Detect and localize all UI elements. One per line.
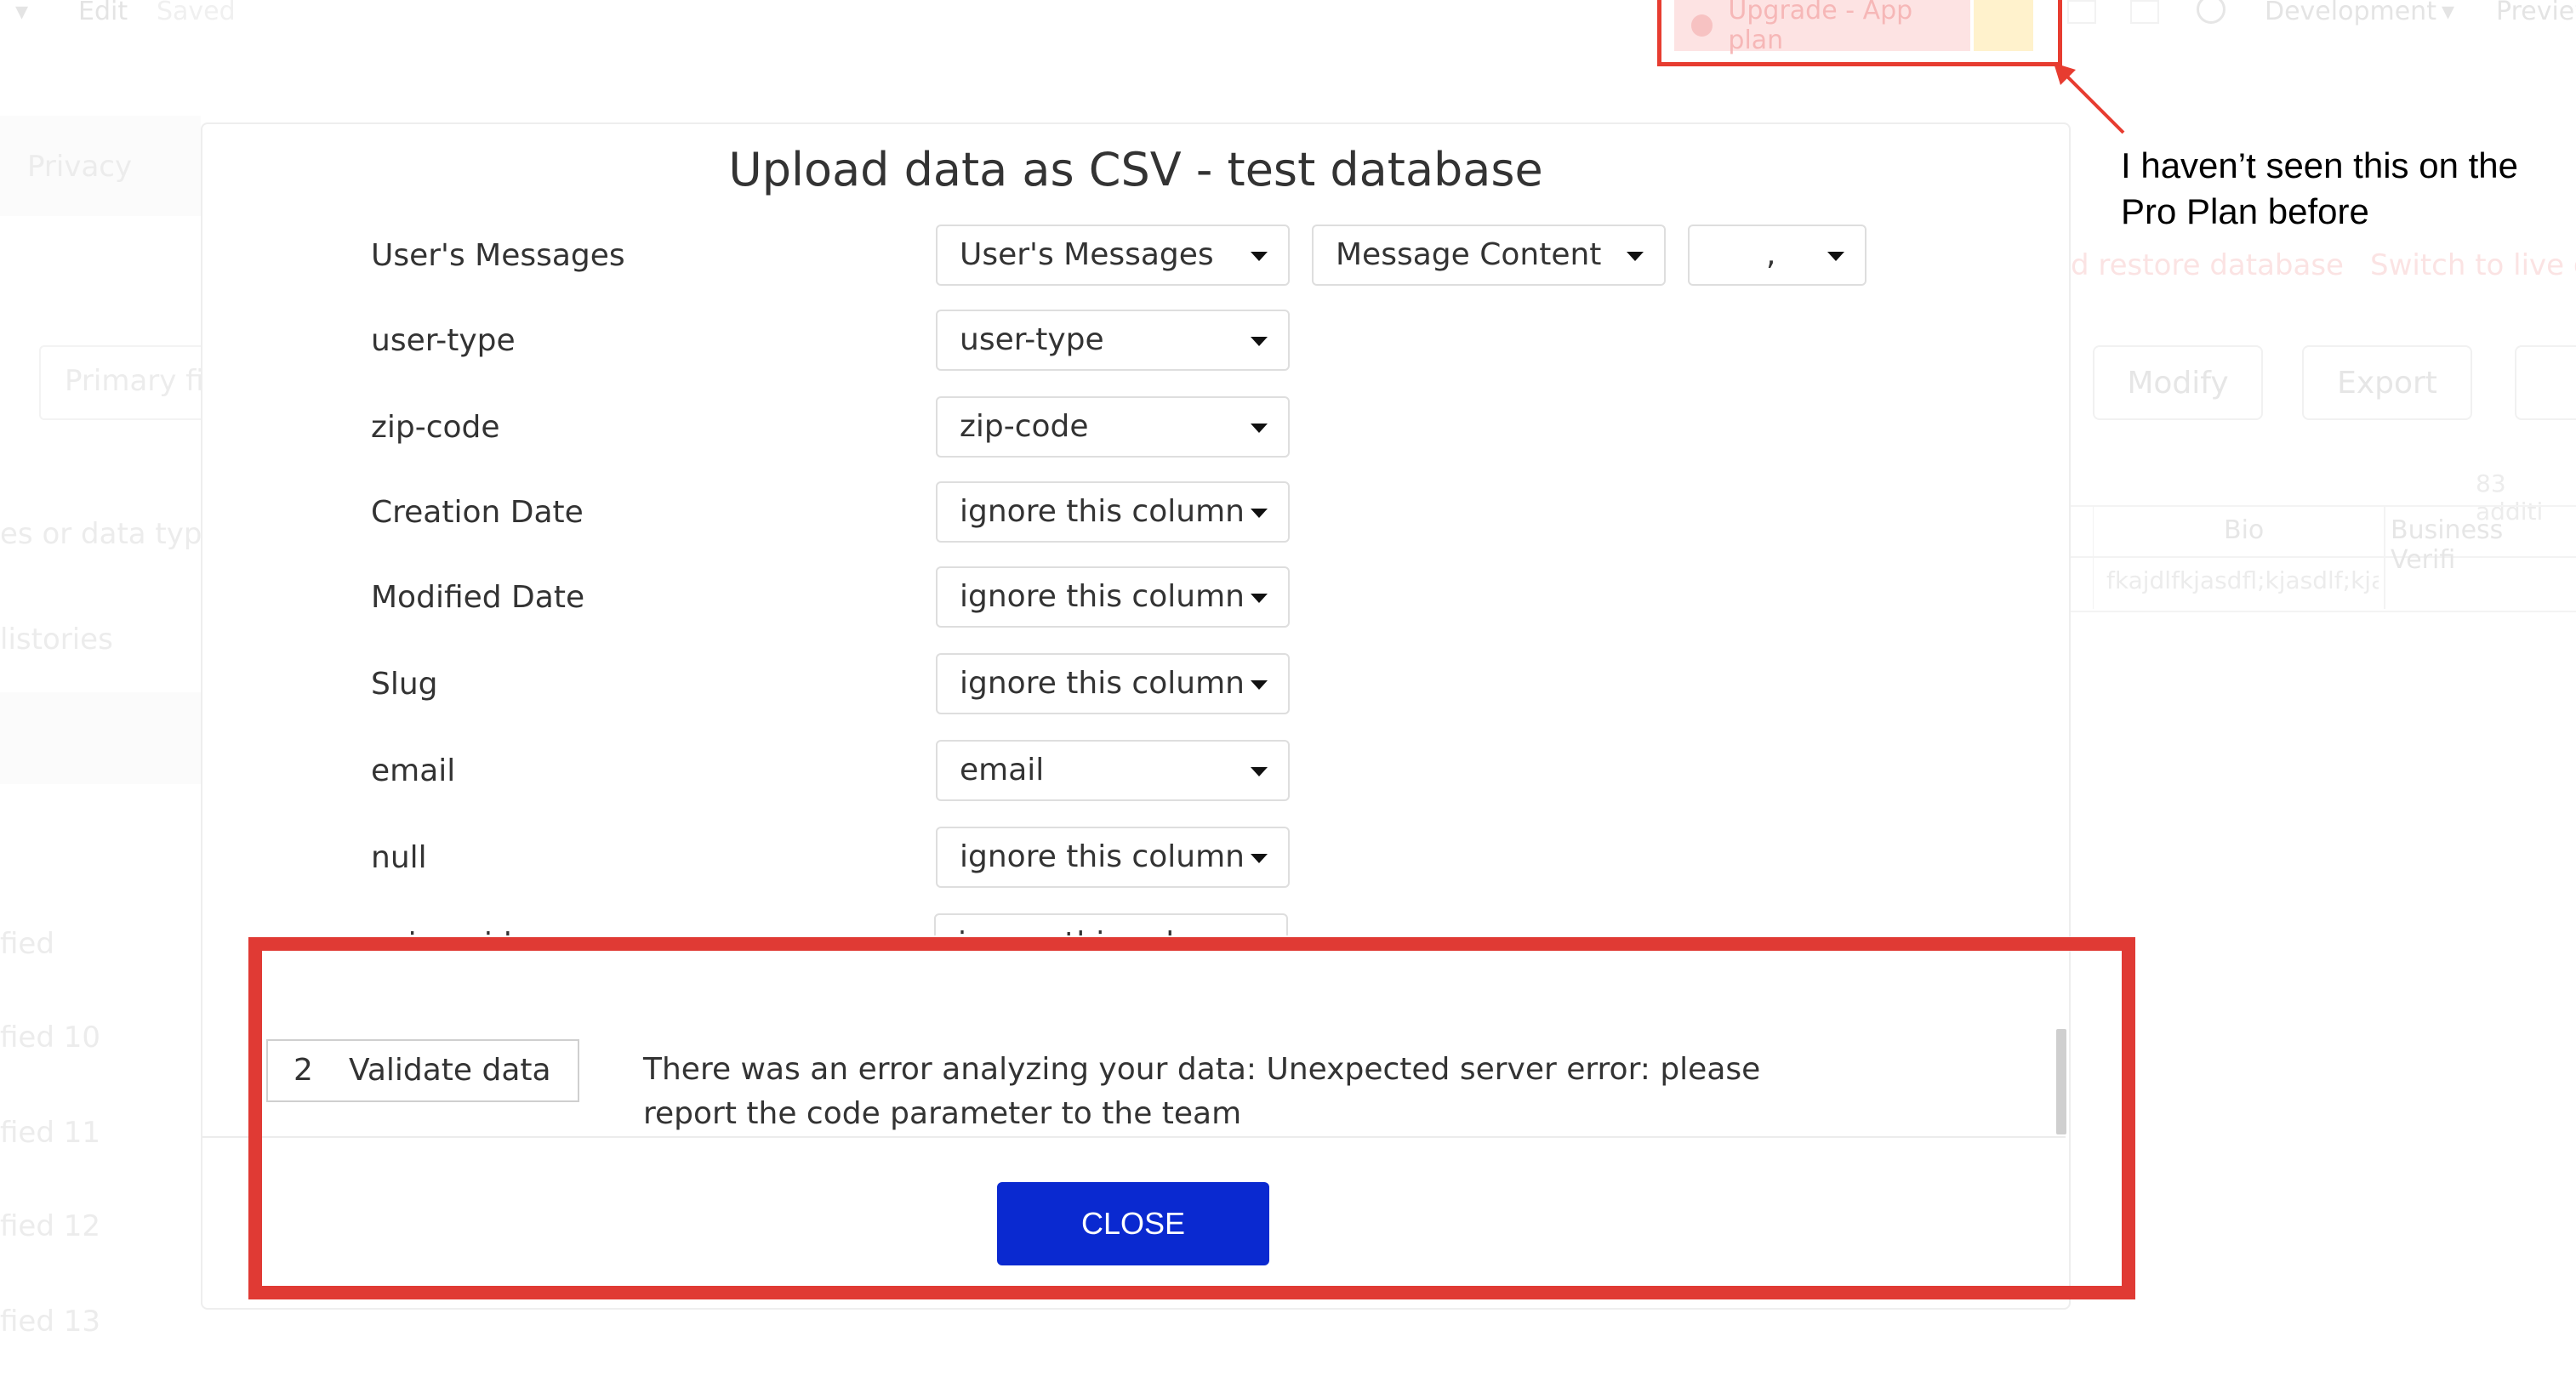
field-dropdown[interactable]: ignore this column (934, 913, 1288, 935)
mapping-row: unique id ignore this column (369, 913, 1986, 935)
field-value: ignore this column (960, 579, 1245, 614)
mapping-row: User's Messages User's Messages Message … (371, 225, 1987, 289)
dropdown-caret-icon: ▾ (15, 0, 29, 26)
annotation-line: I haven’t seen this on the (2121, 145, 2518, 185)
field-value: ignore this column (960, 839, 1245, 874)
column-label: Creation Date (371, 495, 584, 530)
field-dropdown[interactable]: ignore this column (936, 653, 1290, 714)
caret-down-icon (1251, 252, 1268, 261)
subfield-dropdown[interactable]: Message Content (1312, 225, 1666, 286)
column-label: unique id (369, 927, 512, 935)
field-value: zip-code (960, 409, 1089, 444)
restore-database-link[interactable]: d restore database (2071, 248, 2344, 282)
field-dropdown[interactable]: User's Messages (936, 225, 1290, 286)
saved-status: Saved (157, 0, 236, 26)
mapping-row: email email (371, 740, 1987, 805)
column-header: Bio (2224, 515, 2265, 545)
field-dropdown[interactable]: email (936, 740, 1290, 801)
annotation-line: Pro Plan before (2121, 191, 2369, 231)
caret-down-icon (1251, 594, 1268, 603)
field-value: user-type (960, 322, 1104, 357)
column-label: email (371, 753, 456, 788)
field-value: ignore this column (958, 926, 1243, 935)
caret-down-icon (1251, 854, 1268, 863)
caret-down-icon (1251, 767, 1268, 776)
field-value: email (960, 753, 1045, 787)
field-value: ignore this column (960, 666, 1245, 701)
column-label: Slug (371, 667, 438, 702)
caret-down-icon (1251, 680, 1268, 690)
caret-down-icon (1827, 252, 1844, 261)
field-dropdown[interactable]: user-type (936, 310, 1290, 371)
chevron-down-icon: ▾ (2442, 0, 2455, 26)
privacy-tab[interactable]: Privacy (27, 150, 132, 184)
clipped-row-container: unique id ignore this column (201, 901, 2067, 935)
caret-down-icon (1251, 509, 1268, 518)
field-dropdown[interactable]: ignore this column (936, 481, 1290, 543)
left-item[interactable]: fied 13 (0, 1305, 100, 1339)
field-dropdown[interactable]: ignore this column (936, 566, 1290, 628)
error-highlight-box (248, 937, 2135, 1299)
mapping-row: user-type user-type (371, 310, 1987, 374)
square-icon[interactable] (2130, 0, 2159, 24)
mapping-row: null ignore this column (371, 827, 1987, 891)
caret-down-icon (1251, 337, 1268, 346)
modify-button[interactable]: Modify (2093, 345, 2263, 420)
field-value: User's Messages (960, 237, 1214, 272)
column-label: Modified Date (371, 580, 585, 615)
column-label: user-type (371, 323, 516, 358)
left-item[interactable]: fied 12 (0, 1209, 100, 1243)
separator-dropdown[interactable]: , (1688, 225, 1866, 286)
histories-text: listories (0, 623, 113, 657)
caret-down-icon (1251, 424, 1268, 433)
caret-down-icon (1627, 252, 1644, 261)
column-header: Business Verifi (2391, 515, 2504, 575)
mapping-row: Slug ignore this column (371, 653, 1987, 718)
histories-row-bg (0, 692, 201, 784)
checkbox-icon[interactable] (2067, 0, 2096, 24)
column-label: User's Messages (371, 238, 625, 273)
modal-title: Upload data as CSV - test database (728, 143, 1543, 196)
data-table: Bio Business Verifi fkajdlfkjasdfl;kjasd… (2067, 505, 2576, 612)
export-button[interactable]: Export (2302, 345, 2472, 420)
subfield-value: Message Content (1336, 237, 1602, 272)
column-label: zip-code (371, 410, 500, 445)
search-icon[interactable] (2197, 0, 2226, 24)
mapping-row: zip-code zip-code (371, 396, 1987, 461)
annotation-highlight-box (1657, 0, 2062, 66)
left-item[interactable]: fied 10 (0, 1021, 100, 1055)
separator-value: , (1766, 237, 1776, 272)
field-value: ignore this column (960, 494, 1245, 529)
more-button[interactable] (2515, 345, 2576, 420)
column-label: null (371, 840, 427, 875)
annotation-note: I haven’t seen this on the Pro Plan befo… (2121, 143, 2518, 235)
left-item[interactable]: fied 11 (0, 1116, 100, 1150)
environment-dropdown[interactable]: Development (2265, 0, 2436, 26)
switch-live-link[interactable]: Switch to live d (2370, 248, 2576, 282)
mapping-row: Modified Date ignore this column (371, 566, 1987, 631)
left-item[interactable]: fied (0, 927, 54, 961)
field-dropdown[interactable]: ignore this column (936, 827, 1290, 888)
field-dropdown[interactable]: zip-code (936, 396, 1290, 458)
edit-menu[interactable]: Edit (78, 0, 128, 26)
data-types-text: es or data types (0, 517, 236, 551)
mapping-row: Creation Date ignore this column (371, 481, 1987, 546)
primary-field-text: Primary fi (65, 364, 204, 398)
preview-button[interactable]: Preview (2496, 0, 2576, 26)
table-cell: fkajdlfkjasdfl;kjasdlf;kja (2106, 566, 2379, 594)
